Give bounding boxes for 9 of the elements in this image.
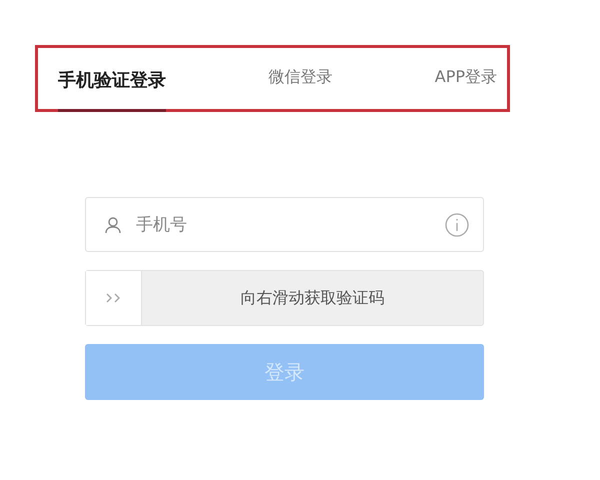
tab[interactable]: APP登录 xyxy=(434,48,497,109)
info-icon[interactable] xyxy=(445,212,469,236)
tab[interactable]: 微信登录 xyxy=(268,48,332,109)
slider-handle[interactable] xyxy=(86,271,142,325)
double-chevron-icon xyxy=(104,292,122,304)
phone-field[interactable]: 手机号 xyxy=(85,197,484,252)
tab[interactable]: 手机验证登录 xyxy=(58,51,166,112)
slider-label: 向右滑动获取验证码 xyxy=(240,286,386,308)
user-icon xyxy=(104,216,122,234)
